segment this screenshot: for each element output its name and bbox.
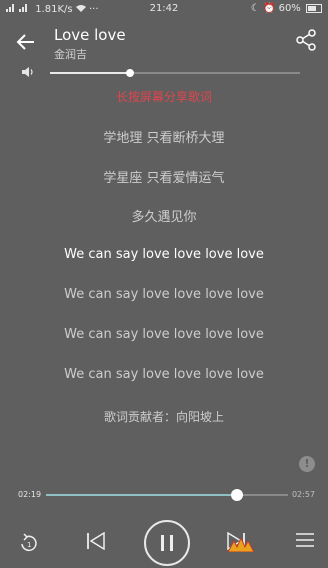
volume-slider-fill xyxy=(50,72,130,74)
status-right: ☾ ⏰ 60% xyxy=(251,3,322,14)
alarm-icon: ⏰ xyxy=(262,3,276,14)
lyric-line[interactable]: 学星座 只看爱情运气 xyxy=(0,167,328,186)
volume-slider-handle[interactable] xyxy=(126,69,134,77)
playback-progress-row: 02:19 02:57 xyxy=(0,486,328,504)
elapsed-time: 02:19 xyxy=(18,490,42,499)
pause-button[interactable] xyxy=(144,520,190,566)
volume-row xyxy=(0,62,328,82)
loop-mode-button[interactable]: 1 xyxy=(18,532,40,552)
pause-icon xyxy=(161,535,173,551)
lyric-line[interactable]: 学地理 只看断桥大理 xyxy=(0,127,328,146)
lyric-line[interactable]: 多久遇见你 xyxy=(0,206,328,225)
volume-slider[interactable] xyxy=(50,69,300,77)
lyric-line[interactable]: We can say love love love love xyxy=(0,327,328,342)
battery-icon xyxy=(306,3,322,13)
progress-slider-handle[interactable] xyxy=(231,489,244,501)
playback-controls: 1 xyxy=(0,520,328,566)
lyrics-contributor: 歌词贡献者：向阳坡上 xyxy=(103,410,224,424)
previous-button[interactable] xyxy=(86,531,106,551)
song-title: Love love xyxy=(54,26,126,44)
playlist-icon xyxy=(296,533,314,547)
artist-name: 金润吉 xyxy=(54,48,87,61)
volume-icon xyxy=(22,67,33,77)
player-header: Love love 金润吉 xyxy=(0,20,328,64)
playlist-button[interactable] xyxy=(296,532,314,548)
back-button[interactable] xyxy=(12,28,40,56)
repeat-one-icon: 1 xyxy=(21,533,37,552)
svg-text:1: 1 xyxy=(27,541,31,549)
skip-previous-icon xyxy=(87,531,105,551)
lyric-line-current[interactable]: We can say love love love love xyxy=(0,247,328,262)
info-button[interactable]: ! xyxy=(299,456,315,472)
back-arrow-icon xyxy=(16,34,34,50)
progress-slider-fill xyxy=(46,494,238,496)
share-button[interactable] xyxy=(294,28,318,52)
lyric-line[interactable]: We can say love love love love xyxy=(0,367,328,382)
progress-slider[interactable] xyxy=(46,489,288,501)
battery-percent: 60% xyxy=(278,3,301,14)
lyric-line[interactable]: We can say love love love love xyxy=(0,287,328,302)
total-time: 02:57 xyxy=(291,490,315,499)
share-icon xyxy=(296,29,316,51)
emoji-sticker-icon xyxy=(227,538,255,552)
moon-icon: ☾ xyxy=(250,3,260,14)
share-lyrics-hint: 长按屏幕分享歌词 xyxy=(115,90,212,104)
status-bar: 1.81K/s ··· 21:42 ☾ ⏰ 60% xyxy=(0,0,328,18)
